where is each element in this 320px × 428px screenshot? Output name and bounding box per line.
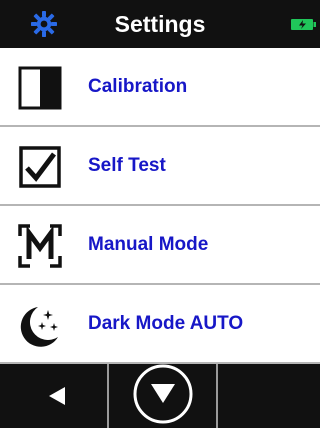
footer-nav (0, 364, 320, 428)
menu-item-label: Manual Mode (88, 234, 209, 255)
left-arrow-icon (49, 387, 65, 405)
battery-charging-icon (291, 19, 316, 30)
menu-item-label: Dark Mode AUTO (88, 313, 244, 334)
down-arrow-circle-icon (133, 364, 193, 424)
footer-empty-button[interactable] (218, 364, 320, 428)
page-title: Settings (114, 11, 206, 37)
back-button[interactable] (0, 364, 109, 428)
menu-item-label: Self Test (88, 155, 166, 176)
calibration-icon (18, 66, 62, 110)
checkbox-checked-icon (19, 146, 61, 188)
scroll-down-button[interactable] (109, 364, 218, 428)
header-bar: Settings (0, 0, 320, 48)
menu-item-self-test[interactable]: Self Test (0, 127, 320, 206)
menu-item-label: Calibration (88, 76, 188, 97)
menu-item-calibration[interactable]: Calibration (0, 48, 320, 127)
manual-mode-icon (18, 224, 62, 268)
menu-item-manual-mode[interactable]: Manual Mode (0, 206, 320, 285)
menu-item-dark-mode[interactable]: Dark Mode AUTO (0, 285, 320, 364)
moon-stars-icon (20, 307, 58, 347)
settings-menu: Calibration Self Test Manual Mode Dark M… (0, 48, 320, 364)
